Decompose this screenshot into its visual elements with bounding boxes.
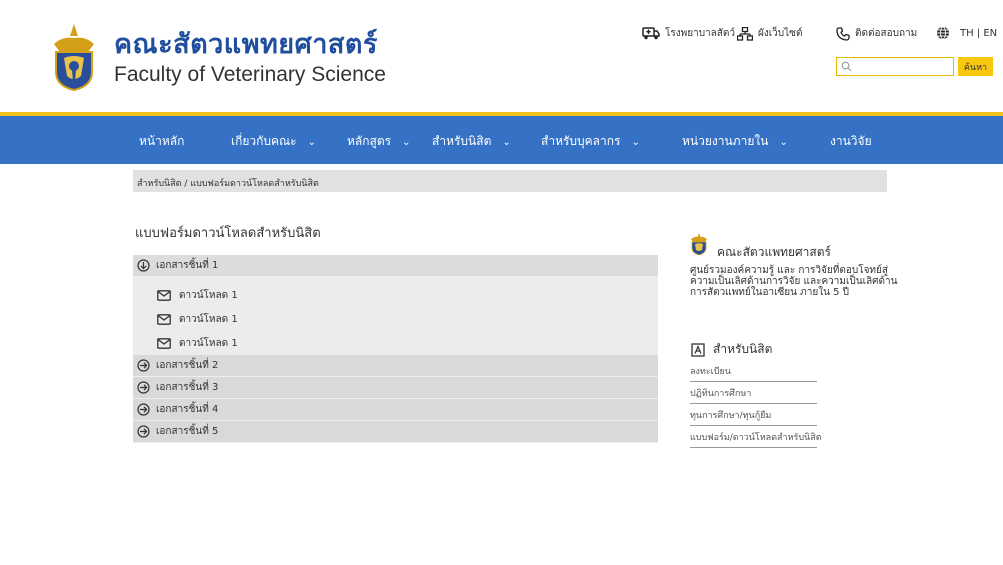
sitemap-link-label: ผังเว็บไซต์ (758, 28, 803, 39)
document-row-5[interactable]: เอกสารชิ้นที่ 5 (133, 421, 658, 443)
mail-icon (157, 289, 171, 301)
globe-icon (937, 26, 949, 40)
language-label: TH | EN (960, 27, 998, 39)
sidebar-link-academic-calendar[interactable]: ปฏิทินการศึกษา (690, 382, 817, 404)
language-switch[interactable]: TH | EN (936, 26, 997, 40)
main-nav: หน้าหลัก เกี่ยวกับคณะ ⌄ หลักสูตร ⌄ สำหรับน… (0, 116, 1003, 164)
nav-item-home[interactable]: หน้าหลัก (139, 132, 184, 151)
document-label: เอกสารชิ้นที่ 2 (156, 360, 219, 371)
search-input[interactable] (837, 62, 953, 79)
contact-link[interactable]: ติดต่อสอบถาม (836, 26, 917, 41)
chevron-down-icon: ⌄ (631, 137, 640, 148)
nav-item-students[interactable]: สำหรับนิสิต ⌄ (432, 132, 511, 151)
nav-label: สำหรับนิสิต (432, 134, 492, 148)
faculty-logo-icon[interactable] (48, 22, 100, 92)
nav-item-units[interactable]: หน่วยงานภายใน ⌄ (682, 132, 788, 151)
download-link[interactable]: ดาวน์โหลด 1 (133, 331, 658, 355)
chevron-down-icon: ⌄ (502, 137, 511, 148)
circle-arrow-down-icon (137, 259, 150, 272)
sidebar-section-title: สำหรับนิสิต (691, 340, 772, 359)
sidebar-links: ลงทะเบียน ปฏิทินการศึกษา ทุนการศึกษา/ทุน… (690, 360, 822, 448)
document-label: เอกสารชิ้นที่ 1 (156, 260, 219, 271)
document-label: เอกสารชิ้นที่ 3 (156, 382, 219, 393)
nav-label: หน้าหลัก (139, 134, 185, 148)
nav-item-staff[interactable]: สำหรับบุคลากร ⌄ (541, 132, 640, 151)
nav-item-about[interactable]: เกี่ยวกับคณะ ⌄ (231, 132, 316, 151)
search-icon (841, 61, 852, 72)
chevron-down-icon: ⌄ (779, 137, 788, 148)
nav-label: งานวิจัย (830, 134, 872, 148)
mail-icon (157, 337, 171, 349)
sidebar-description: ศูนย์รวมองค์ความรู้ และ การวิจัยที่ตอบโจ… (690, 265, 898, 298)
document-1-downloads: ดาวน์โหลด 1 ดาวน์โหลด 1 ดาวน์โหลด 1 (133, 277, 658, 355)
brand-name-en[interactable]: Faculty of Veterinary Science (114, 63, 386, 87)
document-label: เอกสารชิ้นที่ 4 (156, 404, 219, 415)
nav-item-research[interactable]: งานวิจัย (830, 132, 872, 151)
faculty-emblem-icon (691, 233, 707, 255)
nav-item-curriculum[interactable]: หลักสูตร ⌄ (347, 132, 410, 151)
hospital-link-label: โรงพยาบาลสัตว์ (665, 28, 735, 39)
download-link[interactable]: ดาวน์โหลด 1 (133, 283, 658, 307)
chevron-down-icon: ⌄ (402, 137, 411, 148)
phone-icon (836, 26, 850, 41)
sidebar-link-registration[interactable]: ลงทะเบียน (690, 360, 817, 382)
download-label: ดาวน์โหลด 1 (179, 289, 238, 301)
search-button[interactable]: ค้นหา (958, 57, 993, 76)
page-title: แบบฟอร์มดาวน์โหลดสำหรับนิสิต (135, 226, 321, 241)
nav-label: หน่วยงานภายใน (682, 134, 769, 148)
mail-icon (157, 313, 171, 325)
download-label: ดาวน์โหลด 1 (179, 337, 238, 349)
circle-arrow-right-icon (137, 425, 150, 438)
download-label: ดาวน์โหลด 1 (179, 313, 238, 325)
brand-name-th[interactable]: คณะสัตวแพทยศาสตร์ (114, 22, 378, 65)
document-row-3[interactable]: เอกสารชิ้นที่ 3 (133, 377, 658, 399)
hospital-link[interactable]: โรงพยาบาลสัตว์ (642, 26, 735, 41)
circle-arrow-right-icon (137, 403, 150, 416)
chevron-down-icon: ⌄ (307, 137, 317, 148)
search-box (836, 57, 954, 79)
student-id-icon (691, 342, 705, 357)
document-accordion: เอกสารชิ้นที่ 1 ดาวน์โหลด 1 ดาวน์โหลด 1 … (133, 255, 658, 443)
document-row-4[interactable]: เอกสารชิ้นที่ 4 (133, 399, 658, 421)
sidebar-brand: คณะสัตวแพทยศาสตร์ (717, 245, 831, 259)
nav-label: หลักสูตร (347, 134, 392, 148)
sidebar-section-label: สำหรับนิสิต (713, 342, 773, 356)
site-header: คณะสัตวแพทยศาสตร์ Faculty of Veterinary … (0, 0, 1003, 112)
breadcrumb[interactable]: สำหรับนิสิต / แบบฟอร์มดาวน์โหลดสำหรับนิส… (133, 170, 887, 192)
circle-arrow-right-icon (137, 381, 150, 394)
nav-label: เกี่ยวกับคณะ (231, 134, 297, 148)
contact-link-label: ติดต่อสอบถาม (855, 28, 918, 39)
circle-arrow-right-icon (137, 359, 150, 372)
sitemap-icon (737, 26, 753, 41)
sidebar-link-scholarships[interactable]: ทุนการศึกษา/ทุนกู้ยืม (690, 404, 817, 426)
sidebar-link-forms-download[interactable]: แบบฟอร์ม/ดาวน์โหลดสำหรับนิสิต (690, 426, 822, 448)
download-link[interactable]: ดาวน์โหลด 1 (133, 307, 658, 331)
document-row-1[interactable]: เอกสารชิ้นที่ 1 (133, 255, 658, 277)
nav-label: สำหรับบุคลากร (541, 134, 621, 148)
sitemap-link[interactable]: ผังเว็บไซต์ (737, 26, 802, 41)
document-row-2[interactable]: เอกสารชิ้นที่ 2 (133, 355, 658, 377)
document-label: เอกสารชิ้นที่ 5 (156, 426, 219, 437)
ambulance-icon (642, 27, 660, 40)
